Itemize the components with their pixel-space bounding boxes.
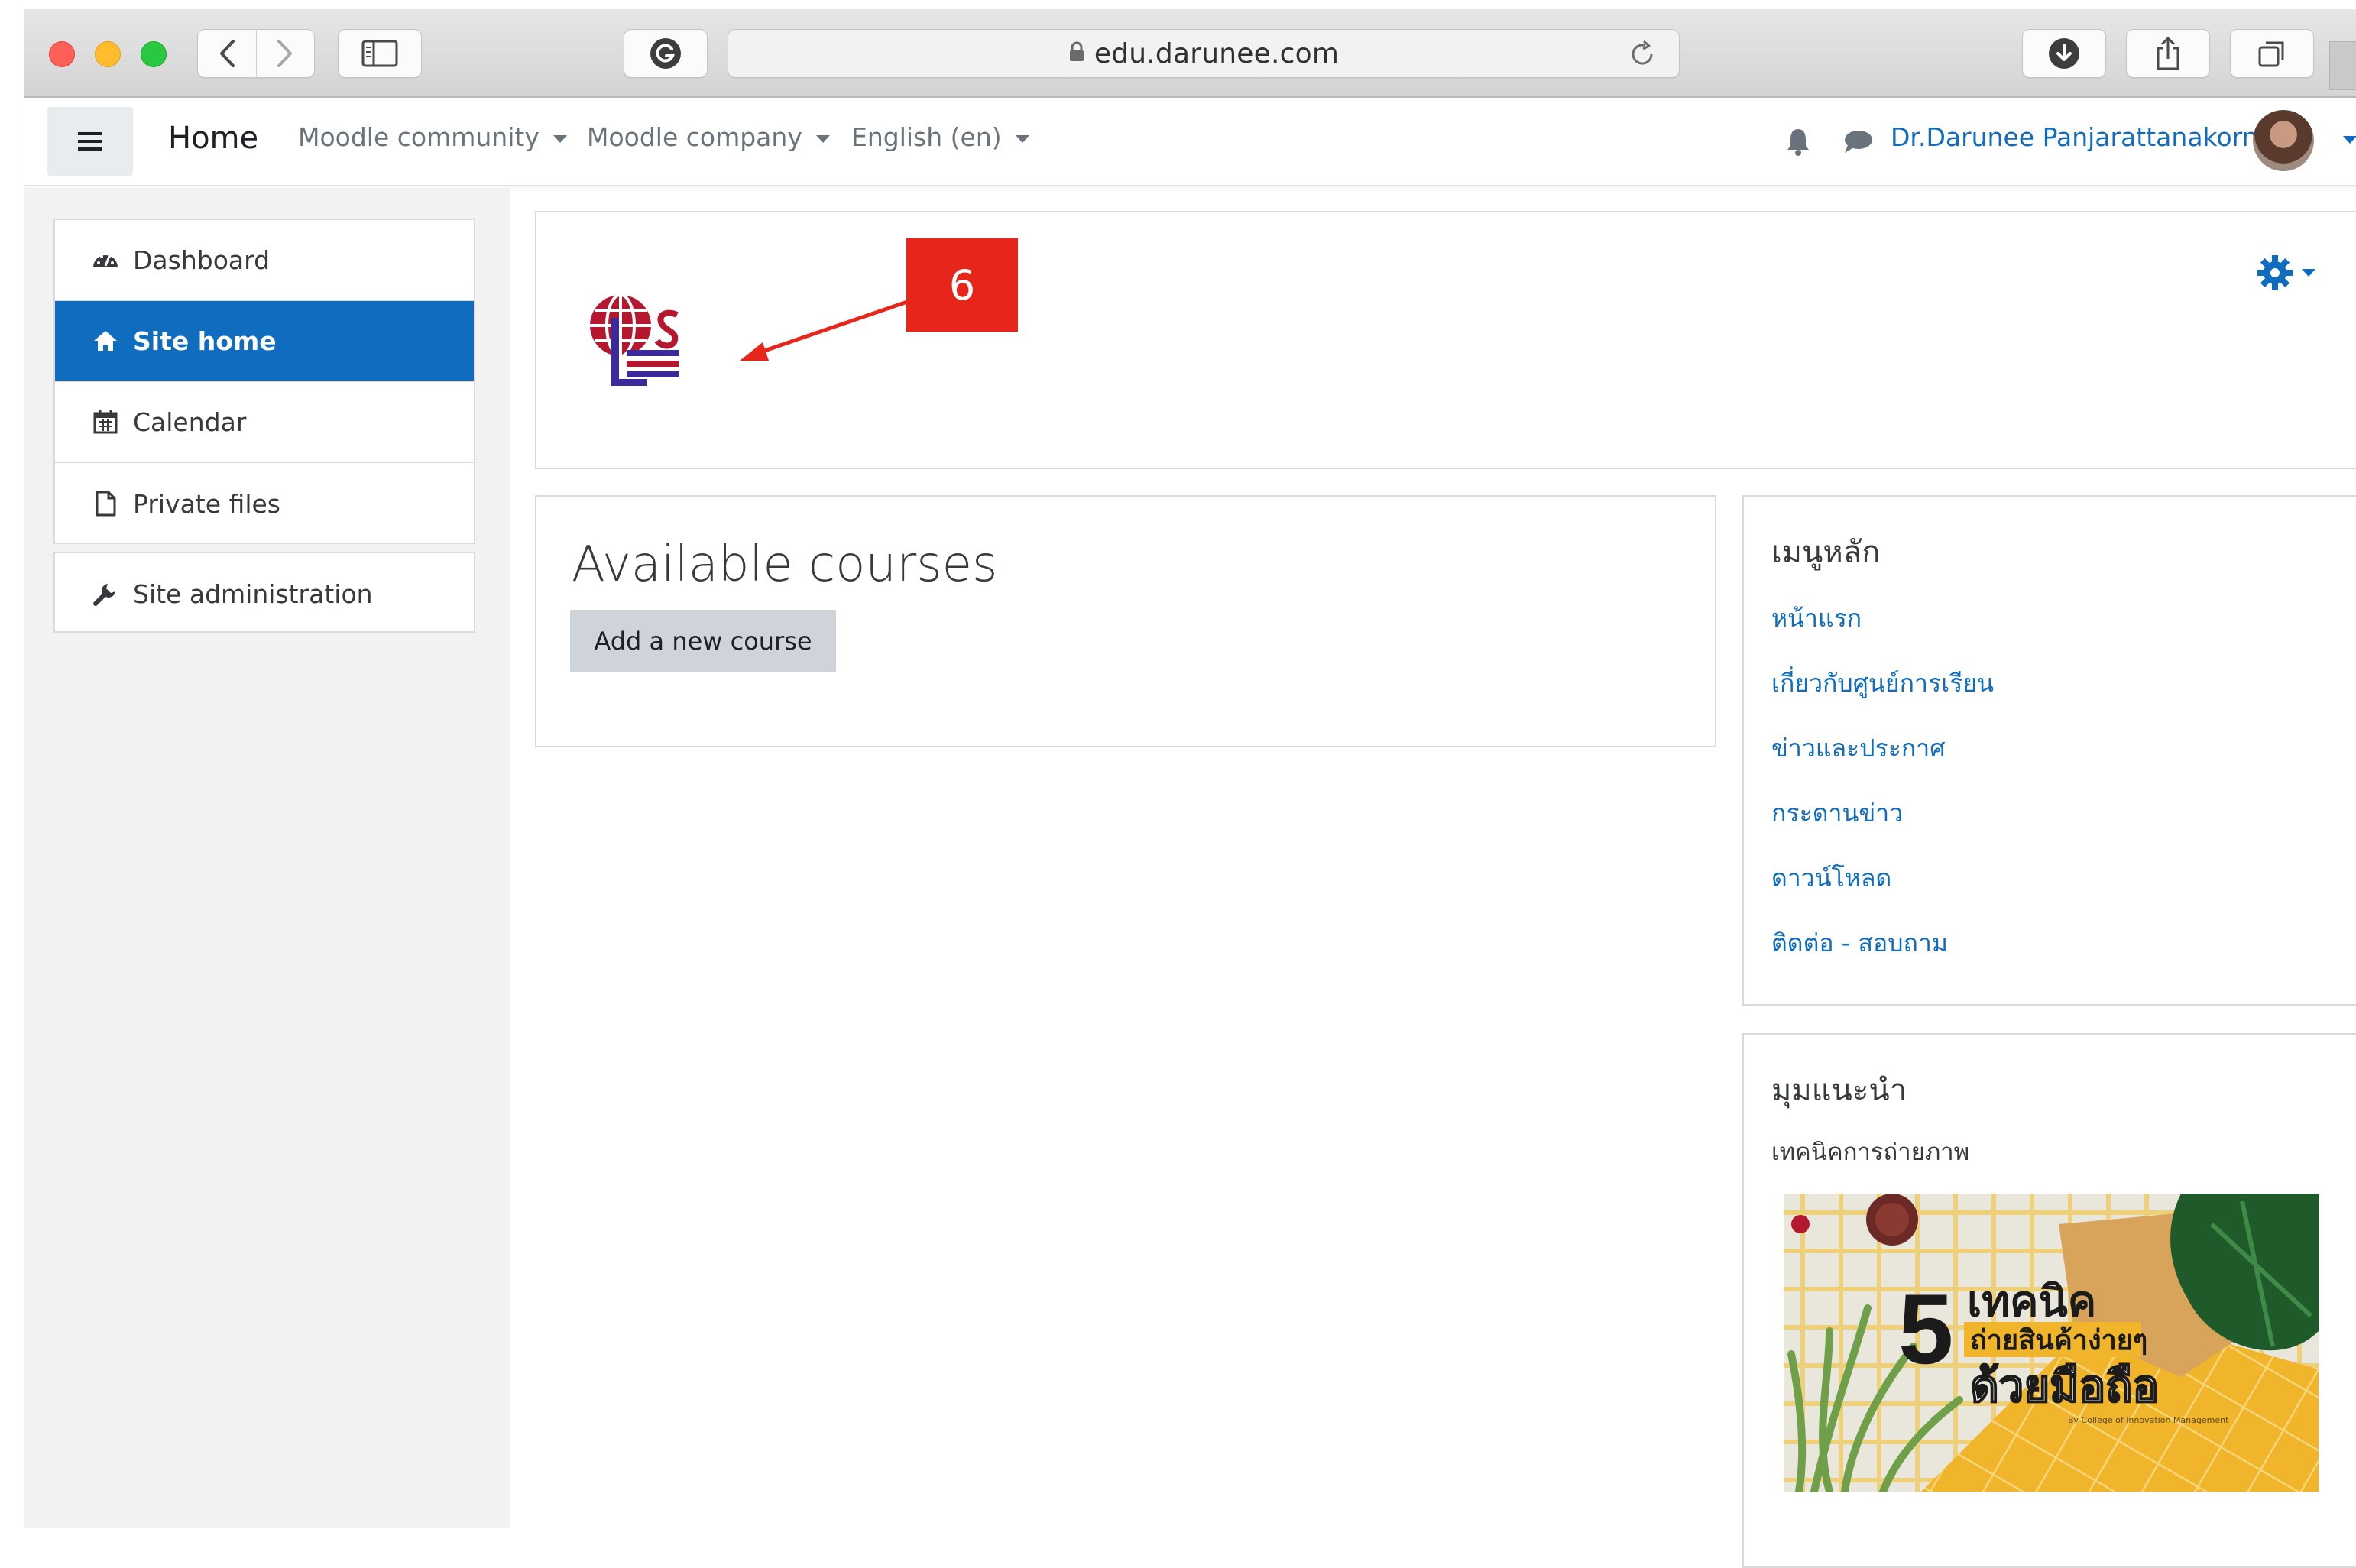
promo-line2: ถ่ายสินค้าง่ายๆ xyxy=(1970,1325,2147,1356)
promo-line1: เทคนิค xyxy=(1967,1277,2096,1327)
url-text: edu.darunee.com xyxy=(1094,37,1340,70)
drawer-item-label: Private files xyxy=(133,488,280,519)
drawer-admin-list: Site administration xyxy=(53,552,475,633)
add-new-course-button[interactable]: Add a new course xyxy=(570,610,836,672)
menu-link-contact[interactable]: ติดต่อ - สอบถาม xyxy=(1771,924,1948,963)
drawer-item-label: Site home xyxy=(133,326,277,356)
share-button[interactable] xyxy=(2126,29,2210,78)
drawer-nav-list: Dashboard Site home Calendar Private fil… xyxy=(53,219,475,544)
callout-arrow xyxy=(740,299,910,361)
window-close-button[interactable] xyxy=(49,41,75,67)
caret-down-icon xyxy=(1015,134,1029,143)
page-settings-menu[interactable] xyxy=(2256,254,2315,292)
callout-number-badge: 6 xyxy=(906,238,1018,332)
grammarly-extension-button[interactable] xyxy=(624,29,708,78)
drawer-toggle-button[interactable] xyxy=(47,107,133,176)
address-bar[interactable]: edu.darunee.com xyxy=(728,29,1680,78)
drawer-item-calendar[interactable]: Calendar xyxy=(55,382,474,463)
window-maximize-button[interactable] xyxy=(141,41,167,67)
main-menu-title: เมนูหลัก xyxy=(1771,535,1881,570)
menu-link-forum[interactable]: กระดานข่าว xyxy=(1771,794,1903,833)
share-icon xyxy=(2157,37,2179,70)
home-icon xyxy=(94,331,117,351)
available-courses-heading: Available courses xyxy=(572,536,998,593)
chevron-right-icon xyxy=(277,40,293,67)
user-avatar[interactable] xyxy=(2253,110,2314,171)
wrench-icon xyxy=(93,584,115,606)
chevron-left-icon xyxy=(219,40,235,67)
recommended-subtitle: เทคนิคการถ่ายภาพ xyxy=(1771,1139,1970,1166)
show-tabs-button[interactable] xyxy=(2230,29,2314,78)
drawer-item-label: Site administration xyxy=(133,578,373,609)
window-minimize-button[interactable] xyxy=(95,41,121,67)
download-icon xyxy=(2049,38,2079,69)
history-nav-group xyxy=(197,29,315,78)
hamburger-icon xyxy=(78,132,102,151)
promo-number: 5 xyxy=(1898,1273,1953,1385)
site-logo[interactable] xyxy=(581,287,688,394)
drawer-item-private-files[interactable]: Private files xyxy=(55,463,474,544)
menu-link-about[interactable]: เกี่ยวกับศูนย์การเรียน xyxy=(1771,664,1994,703)
window-left-edge xyxy=(0,0,24,1528)
grammarly-icon xyxy=(650,38,681,69)
promo-image[interactable]: 5 เทคนิค ถ่ายสินค้าง่ายๆ ด้วยมือถือ By C… xyxy=(1784,1194,2319,1492)
drawer-item-dashboard[interactable]: Dashboard xyxy=(55,220,474,301)
caret-down-icon[interactable] xyxy=(2343,136,2356,144)
nav-language-label: English (en) xyxy=(851,122,1002,152)
back-button[interactable] xyxy=(198,29,257,78)
nav-moodle-community-menu[interactable]: Moodle community xyxy=(298,122,567,152)
drawer-item-site-home[interactable]: Site home xyxy=(55,301,474,382)
caret-down-icon xyxy=(553,134,567,143)
calendar-icon xyxy=(93,410,118,434)
toolbar-overflow-edge xyxy=(2329,41,2356,90)
lock-icon xyxy=(1069,41,1084,61)
sidebar-icon xyxy=(361,40,398,67)
nav-moodle-company-menu[interactable]: Moodle company xyxy=(587,122,830,152)
user-menu-name[interactable]: Dr.Darunee Panjarattanakorn xyxy=(1891,122,2258,152)
reload-icon[interactable] xyxy=(1627,39,1658,70)
nav-moodle-company-label: Moodle company xyxy=(587,122,802,152)
promo-line3: ด้วยมือถือ xyxy=(1970,1360,2159,1412)
recommended-title: มุมแนะนำ xyxy=(1771,1073,1907,1108)
tabs-icon xyxy=(2258,41,2284,67)
nav-language-menu[interactable]: English (en) xyxy=(851,122,1029,152)
forward-button[interactable] xyxy=(257,29,315,78)
nav-moodle-community-label: Moodle community xyxy=(298,122,540,152)
menu-link-download[interactable]: ดาวน์โหลด xyxy=(1771,859,1891,898)
notification-bell-icon[interactable] xyxy=(1785,127,1811,156)
drawer-item-label: Calendar xyxy=(133,407,247,437)
caret-down-icon xyxy=(815,134,830,143)
nav-home-link[interactable]: Home xyxy=(168,121,258,156)
downloads-button[interactable] xyxy=(2022,29,2106,78)
dashboard-icon xyxy=(93,255,118,267)
sidebar-toggle-button[interactable] xyxy=(338,29,422,78)
promo-credit: By College of Innovation Management xyxy=(2068,1415,2229,1425)
menu-link-news[interactable]: ข่าวและประกาศ xyxy=(1771,729,1946,768)
file-icon xyxy=(96,491,116,517)
menu-link-home[interactable]: หน้าแรก xyxy=(1771,599,1862,638)
drawer-item-site-administration[interactable]: Site administration xyxy=(55,553,474,634)
messages-chat-icon[interactable] xyxy=(1843,128,1874,154)
drawer-item-label: Dashboard xyxy=(133,245,271,275)
gear-icon xyxy=(2257,255,2293,290)
caret-down-icon xyxy=(2302,269,2315,277)
